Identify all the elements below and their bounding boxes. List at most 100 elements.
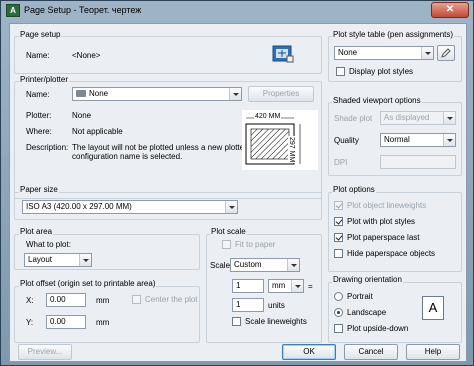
page-setup-icon <box>272 44 294 64</box>
display-plot-styles-label: Display plot styles <box>349 67 414 76</box>
fit-to-paper-label: Fit to paper <box>235 240 276 249</box>
landscape-radio-dot <box>334 308 343 317</box>
dialog-body: Page setup Name: <None> Printer/plotter … <box>9 23 467 362</box>
chevron-down-icon <box>225 201 237 213</box>
scale-unit2-label: units <box>268 301 285 310</box>
preview-width-label: 420 MM <box>254 113 282 120</box>
scale-equals: = <box>308 282 313 291</box>
plot-object-lineweights-label: Plot object lineweights <box>347 201 427 210</box>
shaded-viewport-group-title: Shaded viewport options <box>332 96 422 105</box>
chevron-down-icon <box>443 112 455 124</box>
chevron-down-icon <box>291 280 303 292</box>
scale-unit-select[interactable]: mm <box>268 279 304 293</box>
ok-button[interactable]: OK <box>282 344 336 360</box>
printer-group-title: Printer/plotter <box>19 75 70 84</box>
close-button[interactable]: ✕ <box>431 2 469 18</box>
where-value: Not applicable <box>72 127 123 136</box>
plot-scale-group-title: Plot scale <box>210 227 247 236</box>
plot-upside-down-label: Plot upside-down <box>347 324 409 333</box>
scale-unit-value: mm <box>272 281 286 290</box>
scale-lineweights-label: Scale lineweights <box>245 317 307 326</box>
offset-y-unit: mm <box>96 318 110 327</box>
chevron-down-icon <box>229 88 241 100</box>
offset-y-input[interactable]: 0.00 <box>46 315 86 329</box>
quality-value: Normal <box>384 135 410 144</box>
window-title: Page Setup - Теорет. чертеж <box>24 5 142 15</box>
paper-preview: 420 MM 297 MM <box>242 110 318 170</box>
cancel-button[interactable]: Cancel <box>344 344 398 360</box>
chevron-down-icon <box>421 47 433 59</box>
dpi-label: DPI <box>334 158 348 167</box>
plotter-label: Plotter: <box>26 111 52 120</box>
offset-x-unit: mm <box>96 296 110 305</box>
printer-name-select[interactable]: None <box>72 87 242 101</box>
description-line-1: The layout will not be plotted unless a … <box>72 143 247 152</box>
center-plot-label: Center the plot <box>145 295 198 304</box>
scale-value1-input[interactable]: 1 <box>232 279 264 293</box>
fit-to-paper-box <box>222 240 231 249</box>
display-plot-styles-box <box>336 67 345 76</box>
chevron-down-icon <box>79 254 91 266</box>
edit-plot-style-button[interactable] <box>437 45 455 61</box>
plot-with-plot-styles-box <box>334 217 343 226</box>
paper-size-select[interactable]: ISO A3 (420.00 x 297.00 MM) <box>22 200 238 214</box>
scale-value: Custom <box>234 260 262 269</box>
scale-select[interactable]: Custom <box>230 258 300 272</box>
plot-area-group-title: Plot area <box>19 227 54 236</box>
page-setup-name-value: <None> <box>72 51 101 60</box>
orientation-glyph: A <box>428 300 438 315</box>
plot-paperspace-last-label: Plot paperspace last <box>347 233 420 242</box>
plot-options-group-title: Plot options <box>332 185 376 194</box>
offset-x-label: X: <box>26 296 34 305</box>
description-line-2: configuration name is selected. <box>72 152 183 161</box>
help-button[interactable]: Help <box>406 344 460 360</box>
plot-style-select[interactable]: None <box>334 46 434 60</box>
paper-size-group-title: Paper size <box>19 185 59 194</box>
quality-select[interactable]: Normal <box>380 133 456 147</box>
offset-x-input[interactable]: 0.00 <box>46 293 86 307</box>
page-setup-group-title: Page setup <box>19 30 62 39</box>
center-plot-box <box>132 295 141 304</box>
scale-label: Scale: <box>210 261 233 270</box>
chevron-down-icon <box>287 259 299 271</box>
drawing-orientation-group-title: Drawing orientation <box>332 275 403 284</box>
plot-paperspace-last-box <box>334 233 343 242</box>
description-label: Description: <box>26 143 69 152</box>
shade-plot-label: Shade plot <box>334 114 373 123</box>
hide-paperspace-objects-label: Hide paperspace objects <box>347 249 436 258</box>
pencil-icon <box>441 48 451 58</box>
printer-name-label: Name: <box>26 90 50 99</box>
offset-y-label: Y: <box>26 318 34 327</box>
scale-value2-input[interactable]: 1 <box>232 298 264 312</box>
preview-button[interactable]: Preview... <box>18 344 72 360</box>
plotter-value: None <box>72 111 92 120</box>
chevron-down-icon <box>443 134 455 146</box>
dpi-input[interactable] <box>380 155 456 169</box>
plot-object-lineweights-box <box>334 201 343 210</box>
shade-plot-select[interactable]: As displayed <box>380 111 456 125</box>
autocad-app-icon: A <box>6 4 20 17</box>
paper-size-value: ISO A3 (420.00 x 297.00 MM) <box>26 202 132 211</box>
what-to-plot-select[interactable]: Layout <box>24 253 92 267</box>
shade-plot-value: As displayed <box>384 113 430 122</box>
what-to-plot-value: Layout <box>28 255 53 264</box>
plot-with-plot-styles-label: Plot with plot styles <box>347 217 416 226</box>
landscape-label: Landscape <box>347 308 387 317</box>
title-bar[interactable]: A Page Setup - Теорет. чертеж ✕ <box>1 1 473 21</box>
printer-name-value: None <box>89 89 109 98</box>
plot-offset-group-title: Plot offset (origin set to printable are… <box>19 279 157 288</box>
scale-lineweights-box <box>232 317 241 326</box>
portrait-radio-dot <box>334 292 343 301</box>
orientation-preview-icon: A <box>422 296 444 320</box>
quality-label: Quality <box>334 136 359 145</box>
preview-height-label: 297 MM <box>288 136 295 164</box>
where-label: Where: <box>26 127 52 136</box>
properties-button[interactable]: Properties <box>248 86 314 102</box>
plot-upside-down-box <box>334 324 343 333</box>
portrait-label: Portrait <box>347 292 373 301</box>
hide-paperspace-objects-box <box>334 249 343 258</box>
page-setup-name-label: Name: <box>26 51 50 60</box>
printer-icon <box>76 90 86 97</box>
page-setup-dialog: A Page Setup - Теорет. чертеж ✕ Page set… <box>0 0 474 366</box>
plot-style-table-group-title: Plot style table (pen assignments) <box>332 30 455 39</box>
